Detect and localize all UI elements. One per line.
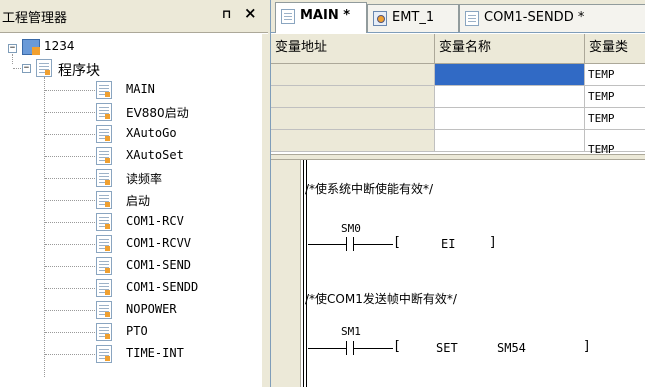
program-editor: MAIN * EMT_1 COM1-SENDD * 变量地址 变量名称 变量类 …	[270, 0, 645, 387]
column-header-type[interactable]: 变量类	[585, 34, 645, 64]
contact-left-bar	[346, 341, 347, 355]
instruction-box-close: ]	[489, 235, 497, 250]
table-cell-type[interactable]: TEMP	[585, 64, 645, 86]
tree-item-label: COM1-SENDD	[126, 280, 199, 294]
project-manager-header: 工程管理器 ⊓ ×	[0, 0, 268, 33]
contact-left-bar	[346, 237, 347, 251]
project-tree-scrollbar[interactable]	[262, 34, 268, 387]
pin-icon[interactable]: ⊓	[222, 7, 232, 21]
config-icon	[373, 11, 387, 26]
column-header-name[interactable]: 变量名称	[435, 34, 585, 64]
program-block-expander[interactable]: −	[22, 64, 31, 73]
tree-item-label: MAIN	[126, 82, 155, 96]
table-cell-name[interactable]	[435, 130, 585, 152]
instruction-box-open: [	[393, 235, 401, 250]
table-cell-name-selected[interactable]	[435, 64, 585, 86]
program-file-icon	[96, 191, 112, 209]
program-file-icon	[96, 81, 112, 99]
program-block-icon	[36, 59, 52, 77]
ladder-editor[interactable]: /*使系统中断使能有效*/ SM0 [ EI ] /*使COM1发送帧中断有效*…	[271, 160, 645, 387]
tree-item-label: 启动	[126, 194, 151, 208]
table-cell-name[interactable]	[435, 86, 585, 108]
table-row-address[interactable]	[271, 86, 435, 108]
tab-label: MAIN *	[300, 8, 351, 23]
program-file-icon	[96, 213, 112, 231]
program-icon	[281, 9, 295, 24]
program-file-icon	[96, 257, 112, 275]
program-file-icon	[96, 323, 112, 341]
tree-item-label: XAutoSet	[126, 148, 184, 162]
instruction-box-close: ]	[583, 339, 591, 354]
ladder-gutter	[271, 160, 301, 387]
tab-main[interactable]: MAIN *	[275, 2, 367, 33]
tree-item-label: COM1-RCVV	[126, 236, 192, 250]
tree-item-label: EV880启动	[126, 106, 189, 120]
program-file-icon	[96, 279, 112, 297]
instruction-box-open: [	[393, 339, 401, 354]
project-icon-accent	[32, 47, 40, 55]
program-file-icon	[96, 125, 112, 143]
table-row-address[interactable]	[271, 64, 435, 86]
project-expander[interactable]: −	[8, 44, 17, 53]
instruction-name[interactable]: EI	[441, 237, 455, 251]
contact-address[interactable]: SM0	[341, 222, 361, 235]
network-comment[interactable]: /*使COM1发送帧中断有效*/	[305, 290, 457, 307]
project-label: 1234	[44, 39, 75, 53]
program-file-icon	[96, 147, 112, 165]
tree-item-label: COM1-SEND	[126, 258, 192, 272]
table-cell-type[interactable]: TEMP	[585, 86, 645, 108]
rung-wire	[308, 348, 346, 349]
network-comment[interactable]: /*使系统中断使能有效*/	[305, 180, 433, 197]
tree-item-label: PTO	[126, 324, 148, 338]
tab-label: EMT_1	[392, 10, 435, 25]
tree-item-label: 读频率	[126, 172, 163, 186]
program-block-label: 程序块	[58, 63, 100, 79]
table-cell-name[interactable]	[435, 108, 585, 130]
tab-emt-1[interactable]: EMT_1	[367, 4, 459, 32]
tree-item-label: TIME-INT	[126, 346, 184, 360]
program-file-icon	[96, 103, 112, 121]
rung-wire	[353, 244, 393, 245]
tree-item-label: NOPOWER	[126, 302, 177, 316]
program-file-icon	[96, 301, 112, 319]
table-row-address[interactable]	[271, 130, 435, 152]
project-tree: − 1234 − 程序块 MAIN EV880启动 XAutoGo XAutoS…	[0, 34, 262, 387]
rung-wire	[353, 348, 393, 349]
instruction-name[interactable]: SET	[436, 341, 458, 355]
program-icon	[465, 11, 479, 26]
project-manager-panel: 工程管理器 ⊓ × − 1234 − 程序块 MAIN EV880启动 XAut…	[0, 0, 268, 387]
table-cell-type[interactable]: TEMP	[585, 130, 645, 154]
tree-item-label: COM1-RCV	[126, 214, 184, 228]
tab-com1-sendd[interactable]: COM1-SENDD *	[459, 4, 645, 32]
program-file-icon	[96, 235, 112, 253]
tab-label: COM1-SENDD *	[484, 10, 585, 25]
contact-address[interactable]: SM1	[341, 325, 361, 338]
project-manager-title: 工程管理器	[2, 11, 68, 26]
column-header-address[interactable]: 变量地址	[271, 34, 435, 64]
close-icon[interactable]: ×	[244, 4, 257, 22]
variable-table: 变量地址 变量名称 变量类 TEMP TEMP TEMP TEMP	[271, 34, 645, 154]
rung-wire	[308, 244, 346, 245]
instruction-operand[interactable]: SM54	[497, 341, 526, 355]
tree-item-label: XAutoGo	[126, 126, 177, 140]
program-file-icon	[96, 345, 112, 363]
editor-tab-strip: MAIN * EMT_1 COM1-SENDD *	[271, 0, 645, 33]
table-row-address[interactable]	[271, 108, 435, 130]
program-file-icon	[96, 169, 112, 187]
table-cell-type[interactable]: TEMP	[585, 108, 645, 130]
